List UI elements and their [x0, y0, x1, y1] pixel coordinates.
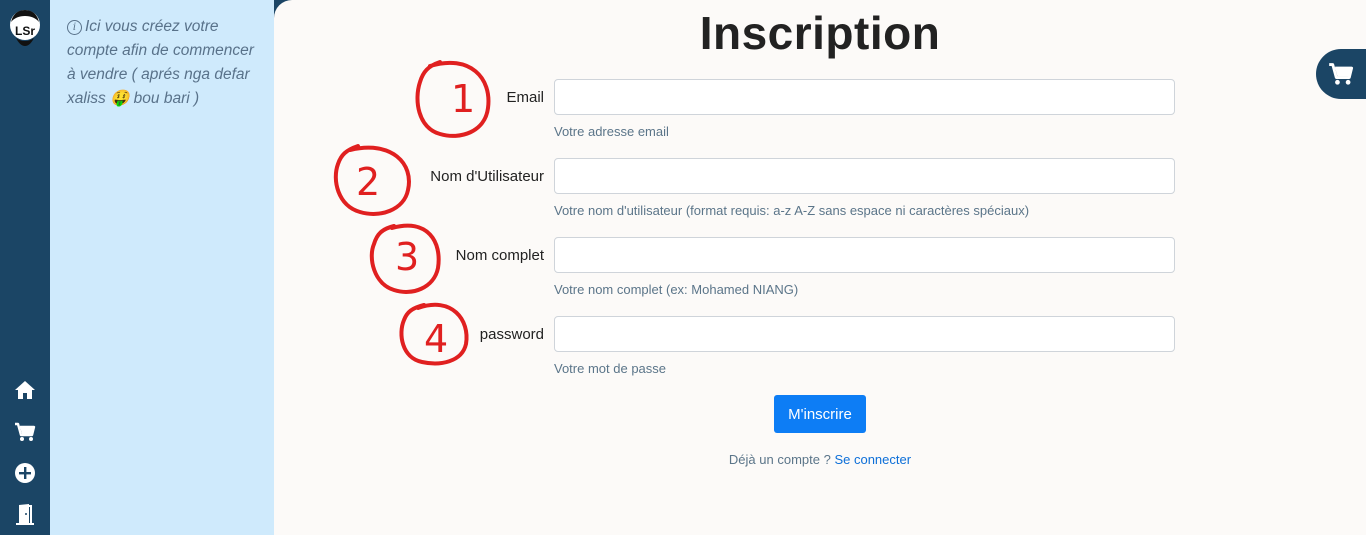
floating-cart-button[interactable]: [1316, 49, 1366, 99]
register-button[interactable]: M'inscrire: [774, 395, 866, 433]
password-field[interactable]: [554, 316, 1175, 352]
login-prompt-text: Déjà un compte ?: [728, 452, 831, 467]
logo-text: LSr: [15, 24, 35, 38]
info-panel: i Ici vous créez votre compte afin de com…: [50, 0, 274, 535]
info-text: Ici vous créez votre compte afin de comm…: [67, 18, 254, 107]
username-label: Nom d'Utilisateur: [430, 168, 544, 185]
password-label: password: [479, 326, 544, 343]
login-prompt: Déjà un compte ? Se connecter: [274, 452, 1366, 467]
username-help: Votre nom d'utilisateur (format requis: …: [554, 203, 1030, 218]
email-field[interactable]: [554, 79, 1175, 115]
page-title: Inscription: [699, 7, 941, 59]
cart-icon[interactable]: [13, 420, 37, 444]
logo-face-icon: LSr: [10, 10, 40, 46]
login-link[interactable]: Se connecter: [834, 452, 911, 467]
logo[interactable]: LSr: [8, 8, 42, 48]
main-content: Inscription Email Votre adresse email No…: [274, 0, 1366, 535]
cart-icon: [1329, 63, 1354, 85]
info-icon: i: [67, 20, 82, 35]
email-label: Email: [506, 89, 544, 106]
fullname-field[interactable]: [554, 237, 1175, 273]
logout-door-icon[interactable]: [13, 502, 37, 526]
fullname-label: Nom complet: [455, 247, 544, 264]
fullname-help: Votre nom complet (ex: Mohamed NIANG): [554, 282, 799, 297]
email-help: Votre adresse email: [554, 124, 669, 139]
home-icon[interactable]: [13, 378, 37, 402]
username-field[interactable]: [554, 158, 1175, 194]
password-help: Votre mot de passe: [554, 361, 667, 376]
left-rail: LSr: [0, 0, 50, 535]
info-message: i Ici vous créez votre compte afin de com…: [67, 15, 262, 111]
plus-circle-icon[interactable]: [13, 461, 37, 485]
